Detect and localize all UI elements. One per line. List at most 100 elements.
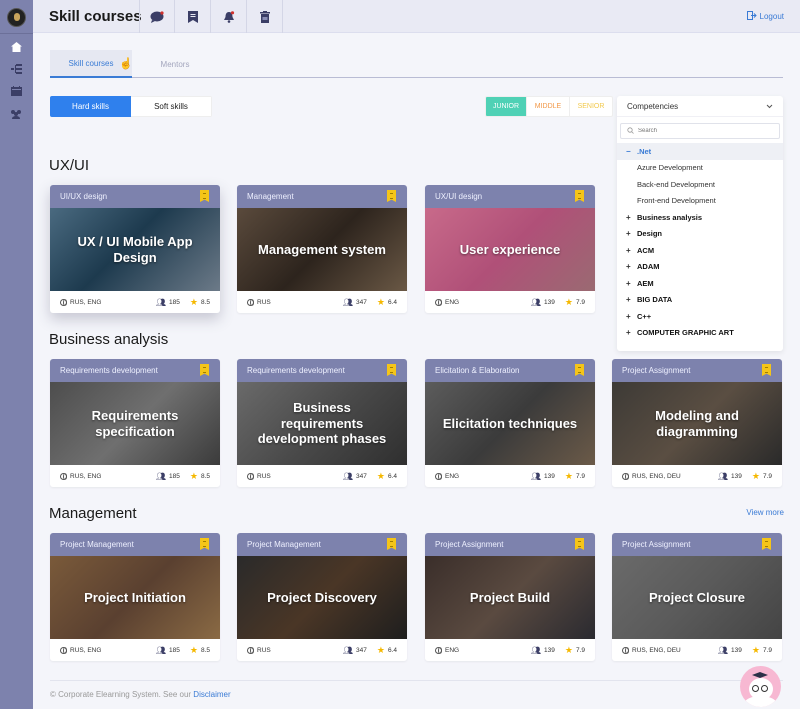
competency-item[interactable]: Back-end Development (617, 176, 783, 193)
course-card[interactable]: Elicitation & Elaboration Elicitation tec… (425, 359, 595, 487)
soft-skills-button[interactable]: Soft skills (131, 96, 212, 117)
card-category: UX/UI design (435, 192, 483, 201)
logout-button[interactable]: Logout (746, 11, 784, 22)
assistant-mascot-button[interactable] (740, 666, 781, 707)
expand-icon[interactable]: + (626, 229, 637, 238)
team-icon[interactable] (9, 107, 23, 121)
user-avatar[interactable] (7, 8, 26, 27)
star-icon: ★ (564, 296, 573, 307)
course-card[interactable]: Project Assignment Modeling and diagrammi… (612, 359, 782, 487)
competencies-select[interactable]: Competencies (617, 96, 783, 117)
card-footer: RUS 👥︎ 347 ★ 6.4 (237, 639, 407, 661)
level-senior-button[interactable]: SENIOR (570, 97, 612, 116)
competency-item[interactable]: + C++ (617, 308, 783, 325)
card-title: Requirements specification (91, 407, 179, 439)
competency-item[interactable]: + Business analysis (617, 209, 783, 226)
competency-item[interactable]: Azure Development (617, 160, 783, 177)
expand-icon[interactable]: + (626, 262, 637, 271)
users-icon: 👥︎ (530, 297, 542, 307)
competency-item[interactable]: + COMPUTER GRAPHIC ART (617, 325, 783, 342)
competency-label: C++ (637, 311, 652, 321)
mascot-glasses-left (752, 685, 759, 692)
competency-label: ADAM (637, 262, 660, 272)
card-title: Elicitation techniques (442, 415, 578, 431)
bookmark-icon[interactable] (762, 538, 771, 550)
competency-label: .Net (637, 146, 652, 156)
globe-icon (60, 646, 67, 654)
course-card[interactable]: Project Assignment Project Build ENG 👥︎ 139 ★… (425, 533, 595, 661)
competencies-search-input[interactable] (638, 128, 758, 134)
competency-item[interactable]: − .Net (617, 143, 783, 160)
expand-icon[interactable]: + (626, 213, 637, 222)
bookmark-icon[interactable] (387, 190, 396, 202)
globe-icon (435, 472, 442, 480)
card-languages: RUS (247, 298, 333, 306)
card-students-count: 347 (356, 472, 367, 480)
expand-icon[interactable]: + (626, 312, 637, 321)
level-middle-button[interactable]: MIDDLE (527, 97, 570, 116)
bookmark-icon[interactable] (575, 364, 584, 376)
logout-label: Logout (759, 12, 784, 21)
users-icon: 👥︎ (155, 297, 167, 307)
bookmark-icon[interactable] (200, 190, 209, 202)
competency-item[interactable]: + AEM (617, 275, 783, 292)
calendar-icon[interactable] (9, 84, 23, 98)
globe-icon (435, 646, 442, 654)
bookmark-icon[interactable] (387, 538, 396, 550)
card-footer: RUS, ENG 👥︎ 185 ★ 8.5 (50, 639, 220, 661)
course-card[interactable]: Management Management system RUS 👥︎ 347 ★ 6.4 (237, 185, 407, 313)
card-students: 👥︎ 185 (156, 646, 180, 655)
bookmark-icon[interactable] (200, 364, 209, 376)
bell-icon[interactable] (211, 0, 247, 33)
view-more-link[interactable]: View more (746, 508, 784, 517)
level-junior-button[interactable]: JUNIOR (486, 97, 527, 116)
expand-icon[interactable]: + (626, 246, 637, 255)
course-card[interactable]: Project Management Project Initiation RUS,… (50, 533, 220, 661)
competency-item[interactable]: + ADAM (617, 259, 783, 276)
competency-item[interactable]: + BIG DATA (617, 292, 783, 309)
disclaimer-link[interactable]: Disclaimer (193, 690, 230, 699)
course-card[interactable]: Project Assignment Project Closure RUS, EN… (612, 533, 782, 661)
competency-label: Design (637, 229, 663, 239)
card-languages: RUS, ENG, DEU (622, 472, 708, 480)
card-category: Project Assignment (622, 540, 691, 549)
bookmark-icon[interactable] (387, 364, 396, 376)
users-icon: 👥︎ (342, 645, 354, 655)
trash-icon[interactable] (247, 0, 283, 33)
course-card[interactable]: Project Management Project Discovery RUS 👥︎… (237, 533, 407, 661)
course-card[interactable]: Requirements development Business require… (237, 359, 407, 487)
globe-icon (622, 472, 629, 480)
card-category: Project Assignment (622, 366, 691, 375)
globe-icon (60, 472, 67, 480)
card-languages-text: RUS, ENG (70, 298, 102, 306)
competency-item[interactable]: + Design (617, 226, 783, 243)
expand-icon[interactable]: + (626, 279, 637, 288)
competency-item[interactable]: Front-end Development (617, 193, 783, 210)
card-rating: ★ 8.5 (190, 297, 210, 308)
card-category-bar: UX/UI design (425, 185, 595, 208)
expand-icon[interactable]: + (626, 295, 637, 304)
course-card[interactable]: UI/UX design UX / UI Mobile App Design RUS… (50, 185, 220, 313)
home-icon[interactable] (9, 40, 23, 54)
star-icon: ★ (376, 296, 385, 307)
course-card[interactable]: Requirements development Requirements spe… (50, 359, 220, 487)
card-footer: ENG 👥︎ 139 ★ 7.9 (425, 291, 595, 313)
card-category-bar: Requirements development (237, 359, 407, 382)
bookmark-icon[interactable] (175, 0, 211, 33)
bookmark-icon[interactable] (200, 538, 209, 550)
course-card[interactable]: UX/UI design User experience ENG 👥︎ 139 ★ 7.9 (425, 185, 595, 313)
card-languages-text: RUS, ENG (70, 646, 102, 654)
bookmark-icon[interactable] (575, 538, 584, 550)
hard-skills-button[interactable]: Hard skills (50, 96, 131, 117)
card-students-count: 185 (169, 646, 180, 654)
card-category: Project Assignment (435, 540, 504, 549)
bookmark-icon[interactable] (762, 364, 771, 376)
hierarchy-icon[interactable] (9, 62, 23, 76)
bookmark-icon[interactable] (575, 190, 584, 202)
chat-icon[interactable] (139, 0, 175, 33)
tab-mentors[interactable]: Mentors (142, 50, 208, 78)
expand-icon[interactable]: + (626, 328, 637, 337)
competency-item[interactable]: + ACM (617, 242, 783, 259)
collapse-icon[interactable]: − (626, 147, 637, 156)
card-languages-text: ENG (445, 646, 460, 654)
